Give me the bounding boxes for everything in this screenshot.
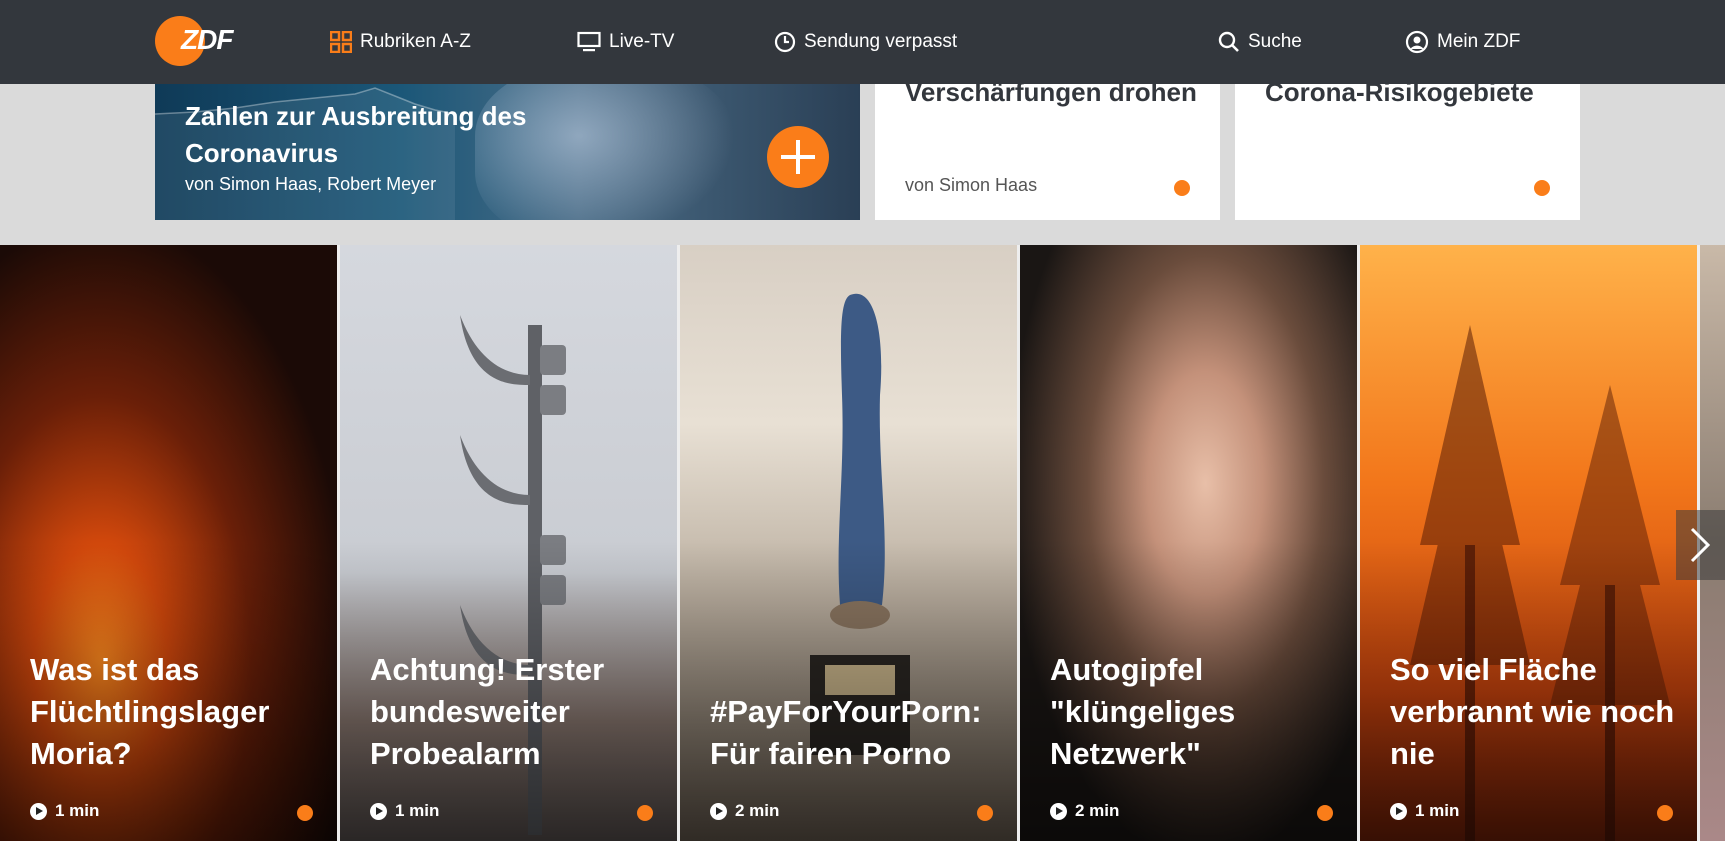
video-tile[interactable]: Autogipfel "klüngeliges Netzwerk" 2 min [1020,245,1357,841]
nav-mein-zdf[interactable]: Mein ZDF [1405,0,1520,84]
teaser-card-verschaerfungen[interactable]: Verschärfungen drohen von Simon Haas [875,84,1220,220]
play-icon [30,802,47,820]
nav-sendung-verpasst-label: Sendung verpasst [804,31,958,52]
duration-label: 2 min [735,801,780,820]
teaser-title: Zahlen zur Ausbreitung des Coronavirus [185,101,527,168]
chevron-right-icon [1690,527,1711,563]
video-duration: 1 min [1390,801,1459,821]
video-title: Autogipfel "klüngeliges Netzwerk" [1050,652,1236,771]
monitor-icon [577,31,601,52]
play-icon [710,802,727,820]
logo-text: ZDF [181,24,233,55]
nav-mein-zdf-label: Mein ZDF [1437,31,1521,52]
orange-dot-icon [1657,805,1673,821]
video-tile[interactable]: #PayForYourPorn: Für fairen Porno 2 min [680,245,1017,841]
teaser-author: von Simon Haas, Robert Meyer [185,174,437,194]
teaser-corona-zahlen[interactable]: Zahlen zur Ausbreitung des Coronavirus v… [155,84,860,220]
orange-dot-icon [297,805,313,821]
nav-live-tv[interactable]: Live-TV [577,0,674,84]
nav-suche-label: Suche [1248,31,1302,52]
nav-rubriken[interactable]: Rubriken A-Z [330,0,471,84]
video-tile[interactable]: Was ist das Flüchtlingslager Moria? 1 mi… [0,245,337,841]
orange-dot-icon [1317,805,1333,821]
nav-rubriken-label: Rubriken A-Z [360,31,471,52]
video-carousel: Was ist das Flüchtlingslager Moria? 1 mi… [0,245,1725,841]
video-title: Achtung! Erster bundesweiter Probealarm [370,652,605,771]
user-icon [1405,30,1429,54]
orange-dot-icon [977,805,993,821]
nav-sendung-verpasst[interactable]: Sendung verpasst [774,0,957,84]
play-icon [1390,802,1407,820]
video-duration: 2 min [710,801,779,821]
video-tile[interactable]: So viel Fläche verbrannt wie noch nie 1 … [1360,245,1697,841]
card-author: von Simon Haas [905,175,1038,195]
video-tile[interactable]: Achtung! Erster bundesweiter Probealarm … [340,245,677,841]
zdf-logo[interactable]: ZDF [155,16,243,66]
clock-icon [774,31,796,53]
card-title: Corona-Risikogebiete [1265,84,1534,107]
play-icon [370,802,387,820]
top-navigation-bar: ZDF Rubriken A-Z Live-TV Sendung verpass… [0,0,1725,84]
teaser-card-risikogebiete[interactable]: Corona-Risikogebiete [1235,84,1580,220]
video-title: #PayForYourPorn: Für fairen Porno [710,694,982,771]
video-title: So viel Fläche verbrannt wie noch nie [1390,652,1675,771]
card-title: Verschärfungen drohen [905,84,1197,107]
video-duration: 1 min [30,801,99,821]
carousel-next-button[interactable] [1676,510,1725,580]
video-duration: 1 min [370,801,439,821]
video-title: Was ist das Flüchtlingslager Moria? [30,652,270,771]
orange-dot-icon [1174,180,1190,196]
orange-dot-icon [637,805,653,821]
play-icon [1050,802,1067,820]
nav-suche[interactable]: Suche [1218,0,1302,84]
duration-label: 2 min [1075,801,1120,820]
search-icon [1218,31,1239,52]
nav-live-tv-label: Live-TV [609,31,675,52]
duration-label: 1 min [1415,801,1460,820]
add-plus-button[interactable] [767,126,829,188]
video-duration: 2 min [1050,801,1119,821]
orange-dot-icon [1534,180,1550,196]
duration-label: 1 min [55,801,100,820]
duration-label: 1 min [395,801,440,820]
grid-icon [330,31,352,53]
